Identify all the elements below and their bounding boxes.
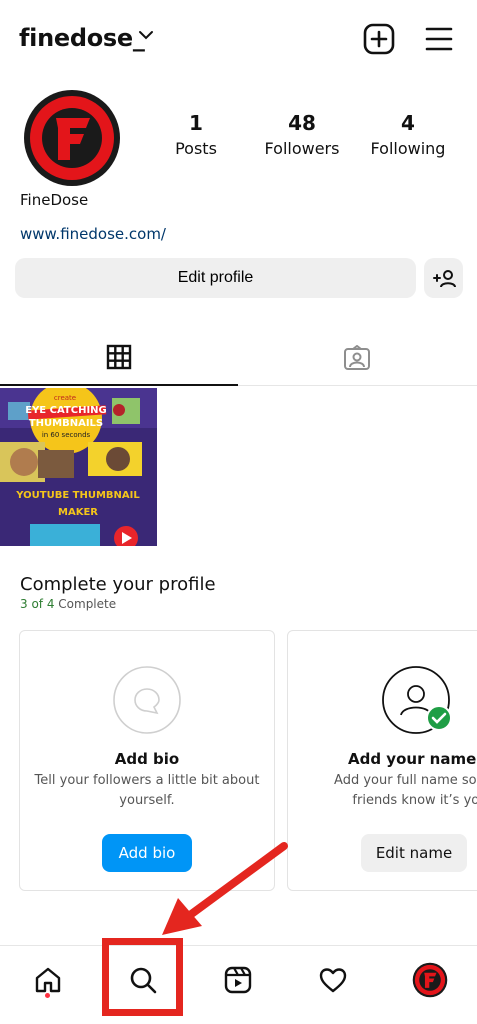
add-post-icon[interactable] [362, 22, 396, 56]
post-text-thumbnails: THUMBNAILS [29, 418, 103, 429]
progress-count: 3 of 4 [20, 597, 55, 611]
add-name-title: Add your name [348, 750, 477, 768]
stat-posts[interactable]: 1 Posts [165, 111, 227, 158]
chevron-down-icon[interactable] [138, 29, 154, 41]
post-text-eye-catching: EYE CATCHING [25, 405, 107, 416]
complete-profile-title: Complete your profile [20, 574, 216, 595]
post-text-create: create [54, 394, 76, 402]
post-text-60-seconds: in 60 seconds [42, 431, 91, 439]
post-image: create EYE CATCHING THUMBNAILS in 60 sec… [0, 388, 157, 546]
nav-profile[interactable] [406, 956, 454, 1004]
add-person-icon [432, 270, 456, 288]
add-name-description: Add your full name so your friends know … [334, 773, 477, 808]
search-highlight-box [102, 938, 183, 1016]
reels-icon [224, 966, 252, 994]
add-bio-card[interactable]: Add bio Tell your followers a little bit… [19, 630, 275, 891]
progress-label: Complete [54, 597, 117, 611]
discover-people-button[interactable] [424, 258, 463, 298]
tagged-person-icon [344, 345, 370, 370]
post-thumbnail[interactable]: create EYE CATCHING THUMBNAILS in 60 sec… [0, 388, 157, 546]
following-label: Following [370, 139, 446, 158]
display-name: FineDose [20, 191, 89, 209]
speech-bubble-icon [113, 666, 181, 734]
heart-icon [319, 968, 347, 993]
add-bio-title: Add bio [114, 750, 180, 768]
grid-icon [106, 344, 132, 370]
nav-activity[interactable] [309, 956, 357, 1004]
profile-avatar[interactable] [22, 88, 122, 188]
nav-reels[interactable] [214, 956, 262, 1004]
menu-icon[interactable] [422, 22, 456, 56]
tab-tagged[interactable] [238, 330, 476, 386]
following-count: 4 [401, 111, 415, 135]
profile-header: finedose_ [0, 0, 477, 80]
username[interactable]: finedose_ [19, 24, 145, 52]
person-done-icon [382, 666, 451, 734]
bottom-navigation [0, 945, 477, 1024]
add-bio-description: Tell your followers a little bit about y… [34, 773, 260, 808]
complete-profile-progress: 3 of 4 Complete [20, 597, 116, 611]
edit-profile-button[interactable]: Edit profile [15, 258, 416, 298]
profile-tabs [0, 330, 477, 386]
stat-following[interactable]: 4 Following [368, 111, 448, 158]
add-bio-button[interactable]: Add bio [102, 834, 192, 872]
stat-followers[interactable]: 48 Followers [260, 111, 344, 158]
notification-dot [45, 993, 50, 998]
website-link[interactable]: www.finedose.com/ [20, 225, 166, 243]
posts-count: 1 [189, 111, 203, 135]
profile-avatar-small [412, 962, 448, 998]
edit-name-button[interactable]: Edit name [361, 834, 467, 872]
home-icon [35, 967, 61, 993]
add-name-card[interactable]: Add your name Add your full name so your… [287, 630, 477, 891]
followers-label: Followers [264, 139, 340, 158]
followers-count: 48 [288, 111, 316, 135]
post-text-maker: MAKER [58, 507, 98, 518]
tab-posts-grid[interactable] [0, 330, 238, 386]
posts-label: Posts [175, 139, 217, 158]
post-text-youtube: YOUTUBE THUMBNAIL [15, 490, 140, 501]
